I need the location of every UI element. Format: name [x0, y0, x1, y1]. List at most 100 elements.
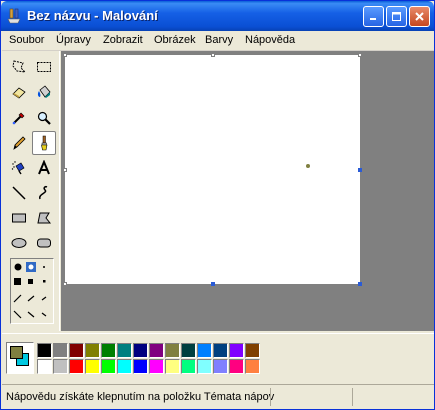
text-icon: [38, 160, 50, 175]
brush-slash-medium[interactable]: [27, 295, 35, 302]
palette-swatch[interactable]: [117, 343, 132, 358]
tool-line[interactable]: [7, 181, 31, 205]
brush-square-medium[interactable]: [28, 279, 33, 284]
brush-backslash-medium[interactable]: [27, 311, 35, 318]
palette-swatch[interactable]: [133, 359, 148, 374]
brush-shape-grid-icon: [13, 262, 47, 319]
brush-square-large[interactable]: [14, 278, 21, 285]
maximize-icon: [392, 12, 401, 21]
color-palette: [2, 333, 434, 381]
brush-round-medium[interactable]: [28, 264, 34, 270]
brush-backslash-large[interactable]: [13, 310, 22, 319]
tool-rect-select[interactable]: [32, 55, 56, 79]
menu-barvy[interactable]: Barvy: [205, 34, 233, 46]
brush-options: [10, 258, 54, 324]
toolbox: [2, 51, 60, 331]
minimize-button[interactable]: [363, 6, 384, 27]
palette-swatch[interactable]: [245, 359, 260, 374]
palette-swatch[interactable]: [69, 359, 84, 374]
menu-napoveda[interactable]: Nápověda: [245, 34, 295, 46]
maximize-button[interactable]: [386, 6, 407, 27]
palette-swatch[interactable]: [229, 359, 244, 374]
palette-swatch[interactable]: [85, 343, 100, 358]
status-pane-divider: [270, 388, 271, 406]
rectangle-icon: [12, 213, 26, 223]
palette-swatch[interactable]: [53, 359, 68, 374]
status-pane-divider: [352, 388, 353, 406]
tool-curve[interactable]: [32, 181, 56, 205]
resize-handle-left: [63, 168, 67, 172]
palette-swatch[interactable]: [213, 359, 228, 374]
palette-swatch[interactable]: [101, 343, 116, 358]
status-bar: Nápovědu získáte klepnutím na položku Té…: [2, 384, 434, 409]
tool-text[interactable]: [32, 156, 56, 180]
free-form-select-icon: [12, 60, 27, 73]
title-bar[interactable]: Bez názvu - Malování: [1, 1, 434, 31]
menu-bar: Soubor Úpravy Zobrazit Obrázek Barvy Náp…: [2, 31, 434, 51]
line-icon: [12, 186, 26, 200]
close-button[interactable]: [409, 6, 430, 27]
tool-airbrush[interactable]: [7, 156, 31, 180]
foreground-color-swatch[interactable]: [10, 346, 23, 359]
painted-dot: [306, 164, 310, 168]
brush-square-small[interactable]: [43, 280, 46, 283]
airbrush-icon: [11, 161, 25, 175]
palette-swatch[interactable]: [53, 343, 68, 358]
tool-color-picker[interactable]: [7, 106, 31, 130]
palette-swatch[interactable]: [181, 343, 196, 358]
palette-swatch[interactable]: [37, 359, 52, 374]
brush-slash-large[interactable]: [13, 294, 22, 303]
palette-swatch[interactable]: [149, 359, 164, 374]
palette-swatch[interactable]: [85, 359, 100, 374]
palette-swatch[interactable]: [117, 359, 132, 374]
status-text: Nápovědu získáte klepnutím na položku Té…: [6, 391, 275, 403]
palette-swatch[interactable]: [101, 359, 116, 374]
palette-swatch[interactable]: [213, 343, 228, 358]
palette-swatch[interactable]: [245, 343, 260, 358]
menu-zobrazit[interactable]: Zobrazit: [103, 34, 143, 46]
tool-rectangle[interactable]: [7, 206, 31, 230]
palette-swatch[interactable]: [133, 343, 148, 358]
palette-swatch[interactable]: [149, 343, 164, 358]
palette-swatch[interactable]: [181, 359, 196, 374]
brush-slash-small[interactable]: [41, 296, 47, 301]
tool-fill[interactable]: [32, 80, 56, 104]
curve-icon: [39, 186, 48, 200]
tool-polygon[interactable]: [32, 206, 56, 230]
brush-backslash-small[interactable]: [41, 312, 47, 317]
palette-swatch[interactable]: [69, 343, 84, 358]
workspace: [61, 51, 434, 331]
close-icon: [415, 12, 424, 21]
rect-select-icon: [37, 62, 51, 72]
tool-free-form-select[interactable]: [7, 55, 31, 79]
menu-upravy[interactable]: Úpravy: [56, 34, 91, 46]
palette-swatch[interactable]: [229, 343, 244, 358]
current-colors[interactable]: [6, 342, 34, 374]
tool-rounded-rect[interactable]: [32, 231, 56, 255]
brush-round-small[interactable]: [43, 266, 45, 268]
resize-handle-top: [211, 53, 215, 57]
tool-pencil[interactable]: [7, 131, 31, 155]
polygon-icon: [37, 212, 52, 224]
palette-swatch[interactable]: [165, 359, 180, 374]
window-title: Bez názvu - Malování: [27, 8, 158, 23]
tool-magnifier[interactable]: [32, 106, 56, 130]
tool-eraser[interactable]: [7, 80, 31, 104]
resize-handle-right[interactable]: [358, 168, 362, 172]
resize-handle-bottom[interactable]: [211, 282, 215, 286]
palette-swatch[interactable]: [165, 343, 180, 358]
menu-obrazek[interactable]: Obrázek: [154, 34, 196, 46]
tool-brush[interactable]: [32, 131, 56, 155]
minimize-icon: [370, 18, 376, 20]
palette-swatch[interactable]: [197, 343, 212, 358]
color-picker-icon: [12, 112, 25, 125]
brush-round-large[interactable]: [14, 263, 22, 271]
tool-ellipse[interactable]: [7, 231, 31, 255]
palette-swatch[interactable]: [37, 343, 52, 358]
drawing-canvas[interactable]: [65, 55, 360, 284]
resize-handle-top-left: [63, 53, 67, 57]
resize-handle-bottom-right[interactable]: [358, 282, 362, 286]
menu-soubor[interactable]: Soubor: [9, 34, 44, 46]
palette-swatch[interactable]: [197, 359, 212, 374]
paint-window: Bez názvu - Malování Soubor Úpravy Zobra…: [0, 0, 435, 410]
